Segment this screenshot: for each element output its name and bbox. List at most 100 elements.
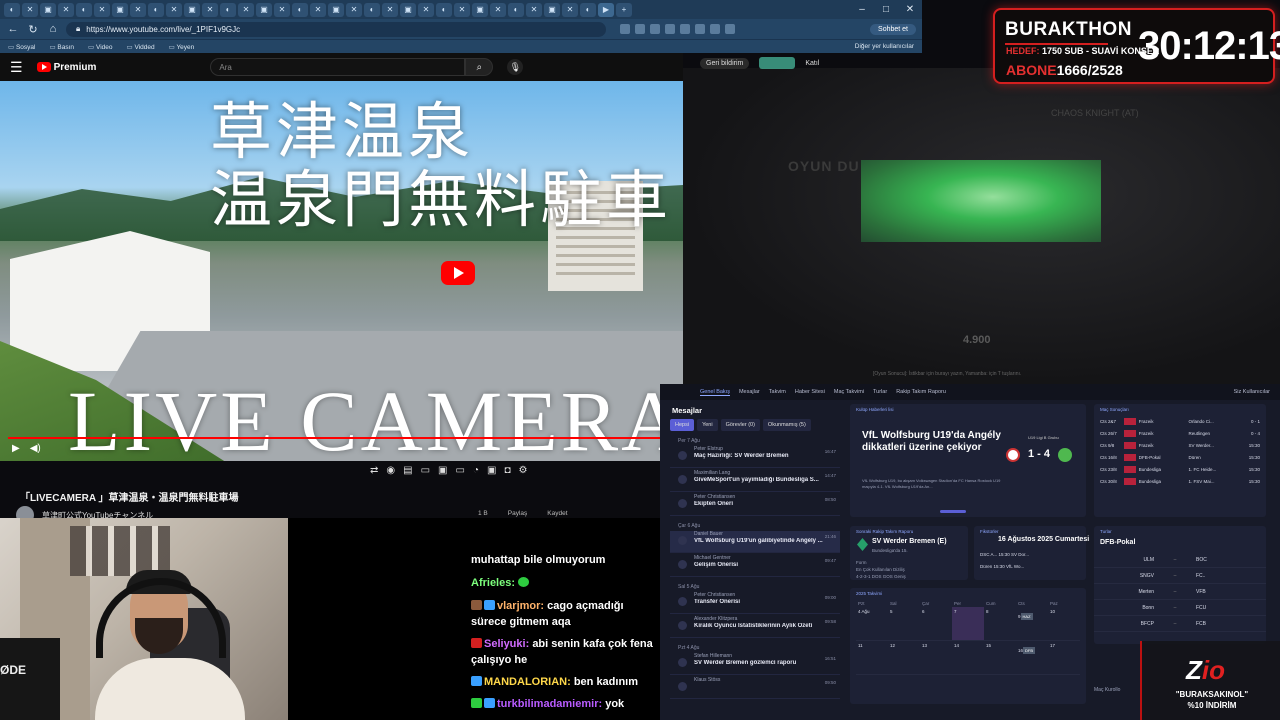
fm-nav-right[interactable]: Siz Kullanıcılar — [1234, 389, 1280, 395]
cup-tie-row[interactable]: ULM – BOC — [1094, 552, 1266, 568]
filter-new[interactable]: Yeni — [697, 419, 718, 431]
results-panel[interactable]: Maç Sonuçları Cts 2&7 Frazeik Orlando Ci..… — [1094, 404, 1266, 517]
extension-icon[interactable] — [710, 24, 720, 34]
maximize-icon[interactable]: □ — [874, 0, 898, 19]
clip-icon[interactable]: ▭ — [421, 465, 430, 476]
message-row[interactable]: Alexander Klitzpera Kiralık Oyuncu İstati… — [670, 616, 840, 638]
browser-tab[interactable]: ▣ — [328, 2, 344, 17]
bookmark-folder[interactable]: Video — [88, 43, 113, 51]
chat-username[interactable]: turkbilimadamiemir: — [497, 698, 602, 710]
filter-all[interactable]: Hepsi — [670, 419, 695, 431]
filter-unread[interactable]: Okunmamış (5) — [762, 419, 811, 431]
calendar-cell[interactable]: 15 — [984, 641, 1016, 675]
next-opponent-panel[interactable]: Sonraki Rakip Takım Raporu SV Werder Bre… — [850, 526, 968, 580]
calendar-cell[interactable]: 7 — [952, 607, 984, 641]
browser-tab[interactable]: ✕ — [418, 2, 434, 17]
result-row[interactable]: Cts 30/8 Bundesliga 1. FSV Mai... 15:30 — [1094, 475, 1266, 487]
calendar-cell[interactable]: 17 — [1048, 641, 1080, 675]
bookmark-folder[interactable]: Basın — [49, 43, 74, 51]
browser-tab[interactable]: ◐ — [220, 2, 236, 17]
youtube-logo[interactable]: Premium — [36, 62, 96, 73]
message-row[interactable]: Peter Christiansen Ekipten Öneri 08:50 — [670, 494, 840, 516]
calendar-cell[interactable]: 4 Ağu — [856, 607, 888, 641]
new-tab-icon[interactable]: + — [616, 2, 632, 17]
browser-tab[interactable]: ▣ — [400, 2, 416, 17]
carousel-indicator[interactable] — [940, 510, 966, 513]
fixtures-panel[interactable]: Fikstürler 16 Ağustos 2025 Cumartesi DSC… — [974, 526, 1089, 580]
cup-tie-row[interactable]: BFCP – FCB — [1094, 616, 1266, 632]
other-bookmarks[interactable]: Diğer yer kullanıcılar — [855, 43, 922, 50]
browser-tab-active[interactable]: ▶ — [598, 2, 614, 17]
browser-tab[interactable]: ✕ — [202, 2, 218, 17]
browser-tab[interactable]: ✕ — [58, 2, 74, 17]
calendar-cell[interactable]: 5 — [888, 607, 920, 641]
search-icon[interactable]: ⌕ — [465, 58, 494, 76]
result-row[interactable]: Cts 9/8 Frazeik SV Werder... 15:30 — [1094, 439, 1266, 451]
like-button[interactable]: 1 B — [478, 510, 488, 517]
extension-icon[interactable] — [695, 24, 705, 34]
message-row[interactable]: Michael Gentner Gelişim Önerisi 09:47 — [670, 555, 840, 577]
browser-tab[interactable]: ◐ — [76, 2, 92, 17]
fm-nav-item[interactable]: Turlar — [873, 389, 887, 395]
extension-icon[interactable] — [650, 24, 660, 34]
browser-tab[interactable]: ▣ — [184, 2, 200, 17]
result-row[interactable]: Cts 2&7 Frazeik Orlando Ci... 0 - 1 — [1094, 415, 1266, 427]
loop-icon[interactable]: ⇄ — [370, 465, 378, 476]
home-icon[interactable]: ⌂ — [46, 22, 60, 36]
fm-nav-item[interactable]: Genel Bakış — [700, 389, 730, 396]
browser-tab[interactable]: ▣ — [112, 2, 128, 17]
video-progress-bar[interactable] — [8, 437, 676, 439]
fm-nav-item[interactable]: Haber Sitesi — [795, 389, 825, 395]
browser-tab[interactable]: ✕ — [166, 2, 182, 17]
fm-nav-item[interactable]: Rakip Takım Raporu — [896, 389, 946, 395]
message-row[interactable]: Peter Elstrup Maç Hazırlığı: SV Werder Br… — [670, 446, 840, 468]
browser-tab[interactable]: ✕ — [454, 2, 470, 17]
browser-tab[interactable]: ✕ — [310, 2, 326, 17]
calendar-cell[interactable]: 10 — [1048, 607, 1080, 641]
browser-tab[interactable]: ✕ — [94, 2, 110, 17]
browser-tab[interactable]: ✕ — [526, 2, 542, 17]
browser-tab[interactable]: ◐ — [436, 2, 452, 17]
join-button[interactable]: Katıl — [805, 60, 819, 67]
calendar-cell[interactable]: 13 — [920, 641, 952, 675]
fm-nav-item[interactable]: Takvim — [769, 389, 786, 395]
browser-tab[interactable]: ◐ — [4, 2, 20, 17]
speed-icon[interactable]: ◔ — [473, 465, 479, 476]
calendar-event[interactable]: DFB — [1023, 647, 1036, 654]
chat-username[interactable]: MANDALORIAN: — [484, 676, 571, 688]
browser-tab[interactable]: ✕ — [346, 2, 362, 17]
chat-button[interactable]: Sohbet et — [870, 23, 916, 35]
back-icon[interactable]: ← — [6, 22, 20, 36]
browser-tab[interactable]: ◐ — [364, 2, 380, 17]
hamburger-menu-icon[interactable]: ☰ — [10, 59, 23, 76]
message-row[interactable]: Peter Christiansen Transfer Önerisi 09:00 — [670, 592, 840, 614]
volume-icon[interactable]: ◀) — [30, 443, 41, 454]
calendar-cell[interactable]: 6 — [920, 607, 952, 641]
audio-icon[interactable]: ◉ — [386, 465, 395, 476]
browser-tab[interactable]: ✕ — [274, 2, 290, 17]
play-icon[interactable]: ▶ — [12, 443, 20, 454]
browser-tab[interactable]: ▣ — [544, 2, 560, 17]
bookmark-folder[interactable]: Sosyal — [8, 43, 36, 51]
browser-tab[interactable]: ◐ — [148, 2, 164, 17]
settings-gear-icon[interactable]: ⚙ — [518, 465, 527, 476]
url-field[interactable]: 🔒︎ https://www.youtube.com/live/_1PIF1v9… — [66, 21, 606, 37]
calendar-cell[interactable]: 12 — [888, 641, 920, 675]
browser-tab[interactable]: ✕ — [130, 2, 146, 17]
calendar-cell[interactable]: 14 — [952, 641, 984, 675]
subtitles-icon[interactable]: ▤ — [403, 465, 412, 476]
message-row[interactable]: Daniel Bauer VfL Wolfsburg U19'un galibiy… — [670, 531, 840, 553]
browser-tab[interactable]: ✕ — [490, 2, 506, 17]
fm-nav-item[interactable]: Maç Takvimi — [834, 389, 864, 395]
bookmark-folder[interactable]: Vidded — [127, 43, 154, 51]
camera-icon[interactable]: ◘ — [504, 465, 510, 476]
calendar-cell[interactable]: 11 — [856, 641, 888, 675]
play-button[interactable] — [441, 261, 475, 285]
browser-tab[interactable]: ▣ — [256, 2, 272, 17]
share-button[interactable]: Paylaş — [508, 510, 528, 517]
bookmark-folder[interactable]: Yeyen — [169, 43, 194, 51]
extension-icon[interactable] — [725, 24, 735, 34]
join-button-highlight[interactable] — [759, 57, 796, 69]
browser-tab[interactable]: ✕ — [238, 2, 254, 17]
save-button[interactable]: Kaydet — [547, 510, 567, 517]
